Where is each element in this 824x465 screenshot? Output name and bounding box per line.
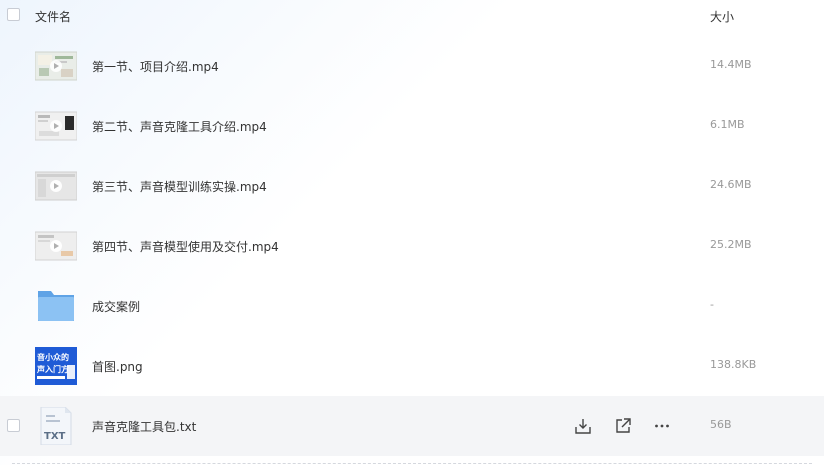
file-row[interactable]: 第四节、声音模型使用及交付.mp4 25.2MB (0, 216, 824, 276)
select-all-checkbox[interactable] (7, 8, 20, 21)
file-size: 6.1MB (710, 118, 745, 131)
image-thumbnail: 音小众的 声入门方 (35, 347, 77, 385)
file-row[interactable]: 第三节、声音模型训练实操.mp4 24.6MB (0, 156, 824, 216)
file-name[interactable]: 首图.png (92, 358, 143, 375)
file-name[interactable]: 第四节、声音模型使用及交付.mp4 (92, 238, 279, 255)
video-thumbnail (34, 227, 78, 265)
more-icon[interactable] (651, 415, 673, 437)
file-name[interactable]: 声音克隆工具包.txt (92, 418, 196, 435)
txt-file-icon: TXT (35, 406, 77, 446)
folder-name[interactable]: 成交案例 (92, 298, 140, 315)
row-checkbox[interactable] (7, 419, 20, 432)
file-size: 138.8KB (710, 358, 757, 371)
txt-label: TXT (44, 431, 66, 442)
file-size: 56B (710, 418, 732, 431)
video-thumbnail (34, 107, 78, 145)
column-header-size[interactable]: 大小 (710, 8, 734, 25)
download-icon[interactable] (572, 415, 594, 437)
file-name[interactable]: 第三节、声音模型训练实操.mp4 (92, 178, 267, 195)
folder-row[interactable]: 成交案例 - (0, 276, 824, 336)
file-size: 14.4MB (710, 58, 752, 71)
file-list-header: 文件名 大小 (0, 0, 824, 32)
video-thumbnail (34, 47, 78, 85)
thumb-text-line: 声入门方 (36, 364, 69, 374)
folder-icon (35, 287, 77, 325)
share-icon[interactable] (612, 415, 634, 437)
list-bottom-divider (12, 463, 812, 464)
file-name[interactable]: 第一节、项目介绍.mp4 (92, 58, 219, 75)
file-row[interactable]: 第一节、项目介绍.mp4 14.4MB (0, 36, 824, 96)
file-name[interactable]: 第二节、声音克隆工具介绍.mp4 (92, 118, 267, 135)
file-row[interactable]: TXT 声音克隆工具包.txt 56B (0, 396, 824, 456)
file-row[interactable]: 第二节、声音克隆工具介绍.mp4 6.1MB (0, 96, 824, 156)
file-size: - (710, 298, 714, 311)
video-thumbnail (34, 167, 78, 205)
column-header-name[interactable]: 文件名 (35, 8, 71, 25)
file-row[interactable]: 音小众的 声入门方 首图.png 138.8KB (0, 336, 824, 396)
file-size: 25.2MB (710, 238, 752, 251)
file-size: 24.6MB (710, 178, 752, 191)
thumb-text-line: 音小众的 (37, 352, 69, 362)
